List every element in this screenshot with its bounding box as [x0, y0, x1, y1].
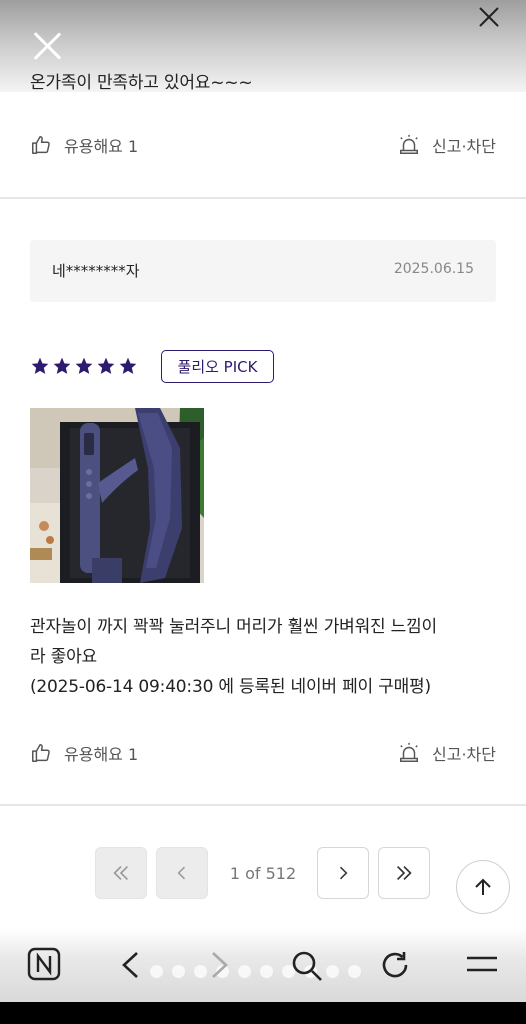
- arrow-up-icon: [475, 878, 491, 895]
- prev-page-button[interactable]: [156, 847, 208, 899]
- double-chevron-right-icon: [396, 865, 412, 881]
- page-indicator: 1 of 512: [229, 864, 297, 883]
- star-icon: [31, 357, 49, 374]
- first-page-button[interactable]: [95, 847, 147, 899]
- review-photo[interactable]: [30, 408, 204, 583]
- dot: [260, 965, 273, 978]
- thumbs-up-icon: [32, 744, 50, 762]
- rating-stars: [30, 356, 138, 376]
- chevron-left-icon: [177, 866, 186, 880]
- last-page-button[interactable]: [378, 847, 430, 899]
- star-icon: [119, 357, 137, 374]
- dot: [172, 965, 185, 978]
- forward-icon[interactable]: [205, 950, 233, 984]
- page-dots: [150, 965, 361, 978]
- dot: [150, 965, 163, 978]
- dot: [348, 965, 361, 978]
- scroll-to-top-button[interactable]: [456, 860, 510, 914]
- divider: [0, 197, 526, 199]
- system-nav-bar: [0, 1002, 526, 1024]
- thumbs-up-icon: [32, 136, 50, 154]
- helpful-button[interactable]: 유용해요 1: [30, 741, 138, 765]
- helpful-label: 유용해요 1: [64, 137, 139, 156]
- reviewer-info: 네********자 2025.06.15: [30, 240, 496, 302]
- review-text: 온가족이 만족하고 있어요~~~: [30, 73, 253, 93]
- refresh-icon[interactable]: [379, 949, 411, 985]
- chevron-right-icon: [339, 866, 348, 880]
- star-icon: [97, 357, 115, 374]
- naver-logo-icon[interactable]: [27, 947, 61, 985]
- review-text-line: 관자놀이 까지 꽉꽉 눌러주니 머리가 훨씬 가벼워진 느낌이: [30, 617, 437, 637]
- report-label: 신고·차단: [432, 137, 496, 156]
- search-icon[interactable]: [290, 949, 324, 987]
- siren-icon: [400, 134, 419, 154]
- star-icon: [53, 357, 71, 374]
- star-icon: [75, 357, 93, 374]
- double-chevron-left-icon: [113, 865, 129, 881]
- dot: [238, 965, 251, 978]
- close-icon[interactable]: [32, 31, 62, 61]
- pick-badge: 풀리오 PICK: [161, 350, 274, 383]
- helpful-button[interactable]: 유용해요 1: [30, 133, 138, 157]
- siren-icon: [400, 742, 419, 762]
- reviewer-name: 네********자: [52, 262, 140, 280]
- review-purchase-note: (2025-06-14 09:40:30 에 등록된 네이버 페이 구매평): [30, 677, 431, 697]
- report-button[interactable]: 신고·차단: [398, 741, 496, 765]
- next-page-button[interactable]: [317, 847, 369, 899]
- dot: [326, 965, 339, 978]
- helpful-label: 유용해요 1: [64, 745, 139, 764]
- review-text-line: 라 좋아요: [30, 647, 97, 667]
- divider: [0, 804, 526, 806]
- report-button[interactable]: 신고·차단: [398, 133, 496, 157]
- review-body: 관자놀이 까지 꽉꽉 눌러주니 머리가 훨씬 가벼워진 느낌이 라 좋아요 (2…: [30, 612, 437, 702]
- menu-icon[interactable]: [465, 953, 499, 981]
- back-icon[interactable]: [117, 950, 145, 984]
- report-label: 신고·차단: [432, 745, 496, 764]
- review-date: 2025.06.15: [393, 261, 474, 277]
- close-browser-icon[interactable]: [477, 6, 501, 28]
